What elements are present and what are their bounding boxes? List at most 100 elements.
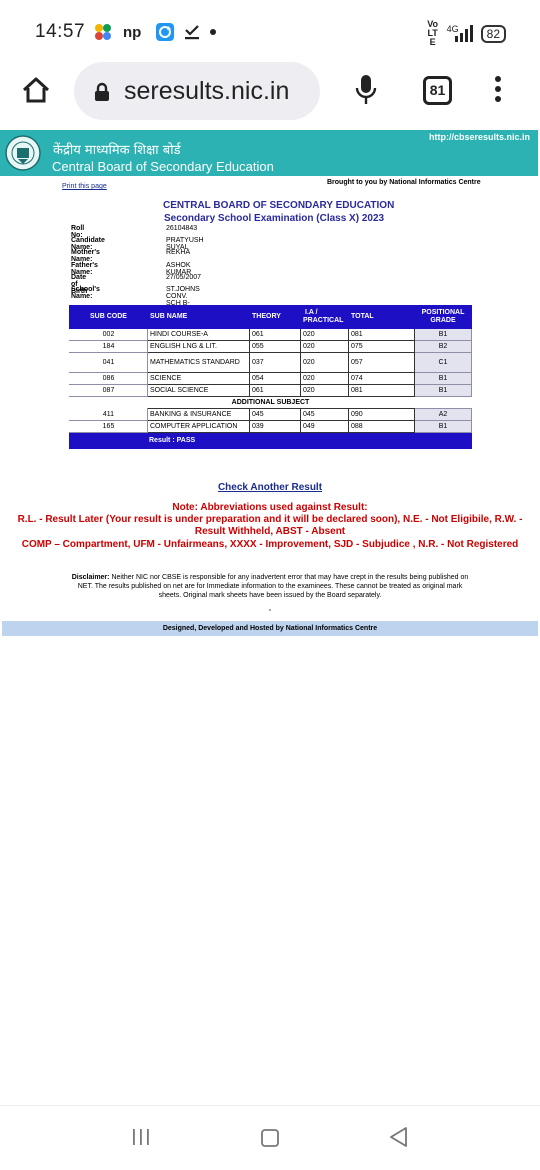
cbse-emblem-icon <box>5 135 41 171</box>
sub-code: 002 <box>69 328 148 341</box>
sub-name: SOCIAL SCIENCE <box>147 384 250 397</box>
theory-marks: 055 <box>249 340 301 353</box>
pinwheel-icon <box>95 24 111 40</box>
print-page-link[interactable]: Print this page <box>62 183 107 190</box>
theory-marks: 039 <box>249 420 301 433</box>
theory-marks: 061 <box>249 328 301 341</box>
lock-icon <box>95 82 109 101</box>
separator-dot <box>269 609 271 611</box>
sub-code: 411 <box>69 408 148 421</box>
info-label: School's Name: <box>71 285 100 300</box>
practical-marks: 020 <box>300 328 349 341</box>
total-marks: 057 <box>348 352 415 373</box>
note-line-1: R.L. - Result Later (Your result is unde… <box>17 514 523 537</box>
header-total: TOTAL <box>348 305 415 329</box>
status-bar: 14:57 np Vo LTE 4G 82 <box>0 0 540 64</box>
practical-marks: 020 <box>300 340 349 353</box>
mic-icon[interactable] <box>354 74 378 106</box>
abbreviation-note: Note: Abbreviations used against Result:… <box>8 502 532 551</box>
total-marks: 090 <box>348 408 415 421</box>
sub-code: 184 <box>69 340 148 353</box>
header-grade-line2: GRADE <box>430 317 456 324</box>
signal-icon: 4G <box>447 24 473 44</box>
header-practical-line2: PRACTICAL <box>303 317 344 324</box>
total-marks: 074 <box>348 372 415 385</box>
notification-dot-icon <box>210 29 216 35</box>
url-text: seresults.nic.in <box>124 77 290 105</box>
sub-code: 086 <box>69 372 148 385</box>
np-app-icon: np <box>123 24 141 41</box>
table-row: 165 COMPUTER APPLICATION 039 049 088 B1 <box>69 420 472 433</box>
status-icons-left: np <box>93 22 217 42</box>
marks-header-row: SUB CODE SUB NAME THEORY I.A / PRACTICAL … <box>69 305 472 329</box>
phone-screen: 14:57 np Vo LTE 4G 82 seresults.nic.in 8… <box>0 0 540 1170</box>
practical-marks: 045 <box>300 408 349 421</box>
sub-name: SCIENCE <box>147 372 250 385</box>
practical-marks: 020 <box>300 384 349 397</box>
address-bar[interactable]: seresults.nic.in <box>74 62 320 120</box>
header-sub-name: SUB NAME <box>147 305 250 329</box>
table-row: 086 SCIENCE 054 020 074 B1 <box>69 372 472 385</box>
more-vert-icon[interactable] <box>491 76 505 106</box>
battery-indicator: 82 <box>480 24 506 43</box>
tabs-button[interactable]: 81 <box>423 76 452 105</box>
table-row: 411 BANKING & INSURANCE 045 045 090 A2 <box>69 408 472 421</box>
info-value: 26104843 <box>166 225 198 232</box>
grade: B1 <box>414 372 472 385</box>
grade: B1 <box>414 384 472 397</box>
header-sub-code: SUB CODE <box>69 305 148 329</box>
cbse-header-banner: केंद्रीय माध्यमिक शिक्षा बोर्ड Central B… <box>0 130 538 176</box>
sub-code: 165 <box>69 420 148 433</box>
sub-name: MATHEMATICS STANDARD <box>147 352 250 373</box>
svg-text:np: np <box>123 24 141 41</box>
nav-divider <box>0 1105 540 1106</box>
disclaimer: Disclaimer: Neither NIC nor CBSE is resp… <box>66 573 474 600</box>
note-line-2: COMP – Compartment, UFM - Unfairmeans, X… <box>21 539 519 550</box>
practical-marks: 020 <box>300 372 349 385</box>
info-value: 27/05/2007 <box>166 273 202 281</box>
total-marks: 075 <box>348 340 415 353</box>
sub-code: 087 <box>69 384 148 397</box>
volte-text: Vo LTE <box>427 19 439 47</box>
home-icon[interactable] <box>20 74 52 106</box>
back-icon[interactable] <box>388 1126 408 1148</box>
sub-name: ENGLISH LNG & LIT. <box>147 340 250 353</box>
sub-name: BANKING & INSURANCE <box>147 408 250 421</box>
theory-marks: 045 <box>249 408 301 421</box>
home-nav-icon[interactable] <box>260 1128 280 1148</box>
brought-by-text: Brought to you by National Informatics C… <box>327 179 481 186</box>
theory-marks: 054 <box>249 372 301 385</box>
grade: B2 <box>414 340 472 353</box>
practical-marks: 049 <box>300 420 349 433</box>
theory-marks: 061 <box>249 384 301 397</box>
header-practical: I.A / PRACTICAL <box>300 305 349 329</box>
board-name-english: Central Board of Secondary Education <box>52 159 274 174</box>
info-value: REKHA <box>166 249 191 257</box>
check-another-result-link[interactable]: Check Another Result <box>0 482 540 493</box>
recents-icon[interactable] <box>131 1128 151 1146</box>
note-title: Note: Abbreviations used against Result: <box>172 502 368 513</box>
result-row: Result : PASS <box>69 432 472 449</box>
browser-toolbar: seresults.nic.in 81 <box>0 60 540 124</box>
volte-label: Vo LTE <box>427 20 439 47</box>
total-marks: 088 <box>348 420 415 433</box>
additional-subject-row: ADDITIONAL SUBJECT <box>69 396 472 409</box>
cbse-results-link[interactable]: http://cbseresults.nic.in <box>429 132 530 142</box>
download-done-icon <box>185 25 199 40</box>
status-icons-right: Vo LTE 4G 82 <box>427 20 506 47</box>
board-name-hindi: केंद्रीय माध्यमिक शिक्षा बोर्ड <box>53 143 181 158</box>
marks-table: SUB CODE SUB NAME THEORY I.A / PRACTICAL … <box>69 305 472 449</box>
grade: B1 <box>414 420 472 433</box>
table-row: 002 HINDI COURSE-A 061 020 081 B1 <box>69 328 472 341</box>
footer-credit: Designed, Developed and Hosted by Nation… <box>2 621 538 636</box>
grade: C1 <box>414 352 472 373</box>
table-row: 041 MATHEMATICS STANDARD 037 020 057 C1 <box>69 352 472 373</box>
table-row: 087 SOCIAL SCIENCE 061 020 081 B1 <box>69 384 472 397</box>
status-time: 14:57 <box>35 21 86 42</box>
total-marks: 081 <box>348 328 415 341</box>
sub-code: 041 <box>69 352 148 373</box>
result-board-title: CENTRAL BOARD OF SECONDARY EDUCATION <box>163 200 395 211</box>
grade: B1 <box>414 328 472 341</box>
disclaimer-label: Disclaimer: <box>71 574 110 581</box>
theory-marks: 037 <box>249 352 301 373</box>
